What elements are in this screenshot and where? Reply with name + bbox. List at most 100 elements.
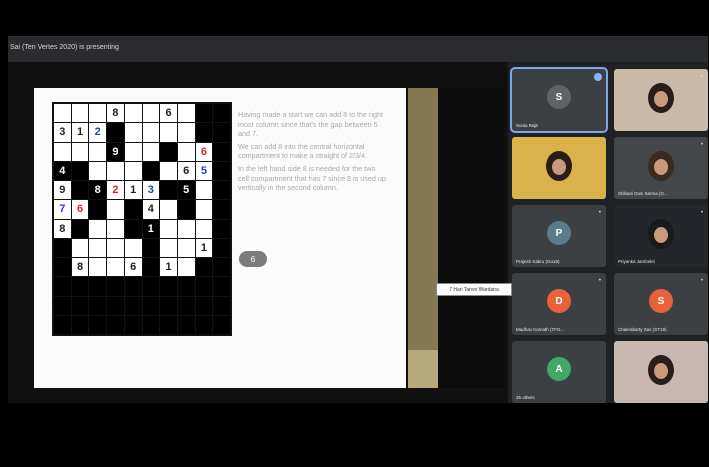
participant-tile[interactable]: S Sonia Rajit	[510, 67, 608, 133]
grid-cell: 1	[195, 238, 213, 257]
grid-cell	[195, 123, 213, 142]
note-paragraph: We can add 8 into the central horizontal…	[238, 141, 368, 161]
grid-cell	[213, 104, 230, 123]
mic-off-icon: •	[700, 74, 703, 80]
participant-name: Shibani Dosi Sarma (G...	[618, 191, 668, 196]
grid-cell	[142, 296, 160, 315]
dark-strip	[438, 88, 504, 388]
meet-window: Sai (Ten Vertes 2020) is presenting 8631…	[8, 36, 708, 403]
avatar: A	[547, 357, 571, 381]
grid-cell	[124, 200, 142, 219]
participant-tile[interactable]: A 35 others	[512, 341, 606, 403]
grid-cell	[142, 277, 160, 296]
grid-cell	[107, 258, 124, 277]
olive-panel	[408, 88, 438, 388]
grid-cell: 1	[142, 219, 160, 238]
grid-cell	[89, 161, 107, 180]
grid-cell	[195, 315, 213, 334]
grid-cell	[89, 238, 107, 257]
grid-cell: 1	[160, 258, 177, 277]
participant-face	[654, 363, 668, 379]
letterbox-bottom	[0, 403, 709, 467]
pin-icon[interactable]	[594, 73, 602, 81]
grid-cell	[142, 258, 160, 277]
grid-cell	[160, 238, 177, 257]
participant-tile[interactable]: •	[614, 69, 708, 131]
participant-tile[interactable]: D • Madhav Kamath (TFG...	[512, 273, 606, 335]
participant-tile[interactable]: • Priyanka Jambekri	[614, 205, 708, 267]
grid-cell	[71, 315, 89, 334]
grid-cell: 8	[89, 181, 107, 200]
video-frame: Sai (Ten Vertes 2020) is presenting 8631…	[0, 0, 709, 467]
participant-name: Priyanka Jambekri	[618, 259, 656, 264]
grid-cell	[160, 142, 177, 161]
avatar: S	[547, 85, 571, 109]
grid-cell	[107, 161, 124, 180]
grid-cell	[160, 219, 177, 238]
grid-cell	[213, 181, 230, 200]
grid-cell	[195, 200, 213, 219]
grid-cell	[54, 258, 71, 277]
grid-cell	[89, 219, 107, 238]
note-paragraph: In the left hand side 8 is needed for th…	[238, 163, 386, 193]
grid-cell	[142, 142, 160, 161]
participant-tile[interactable]	[614, 341, 708, 403]
participant-tile[interactable]: P • Prajesh Kakru (Gu18)	[512, 205, 606, 267]
grid-cell	[89, 104, 107, 123]
grid-cell	[142, 315, 160, 334]
grid-cell	[124, 123, 142, 142]
grid-cell	[124, 315, 142, 334]
participant-tile[interactable]: S • Chakrabarty Sas (ST19)	[614, 273, 708, 335]
olive-panel-box	[408, 350, 438, 388]
avatar: P	[547, 221, 571, 245]
participant-tile[interactable]	[512, 137, 606, 199]
grid-cell	[177, 219, 195, 238]
shared-slide: 8631296465982135764811861 Having made a …	[34, 88, 406, 388]
grid-cell	[124, 104, 142, 123]
grid-cell	[213, 296, 230, 315]
slide-notes: Having made a start we can add 8 to the …	[238, 110, 388, 196]
grid-cell	[142, 123, 160, 142]
participant-tile[interactable]: • Shibani Dosi Sarma (G...	[614, 137, 708, 199]
participant-name: 35 others	[516, 395, 535, 400]
grid-cell	[177, 200, 195, 219]
grid-cell: 8	[107, 104, 124, 123]
cursor-marker: 6	[239, 251, 267, 267]
participant-face	[654, 91, 668, 107]
grid-cell	[107, 200, 124, 219]
participant-name: Chakrabarty Sas (ST19)	[618, 327, 667, 332]
grid-cell	[124, 142, 142, 161]
grid-cell	[177, 258, 195, 277]
grid-cell	[107, 123, 124, 142]
grid-cell	[195, 181, 213, 200]
grid-cell	[177, 315, 195, 334]
grid-cell	[195, 219, 213, 238]
grid-cell: 8	[71, 258, 89, 277]
grid-cell	[71, 277, 89, 296]
grid-cell	[160, 277, 177, 296]
grid-cell: 8	[54, 219, 71, 238]
grid-cell	[213, 315, 230, 334]
grid-cell	[124, 296, 142, 315]
grid-cell	[124, 219, 142, 238]
grid-cell: 6	[160, 104, 177, 123]
grid-cell	[107, 238, 124, 257]
grid-cell	[142, 238, 160, 257]
grid-cell	[71, 161, 89, 180]
grid-cell	[177, 296, 195, 315]
top-bar: Sai (Ten Vertes 2020) is presenting	[8, 36, 708, 62]
grid-cell	[177, 277, 195, 296]
participant-tiles: S Sonia Rajit • • Shibani Dosi Sarma (G... P •…	[510, 67, 708, 403]
grid-cell	[195, 296, 213, 315]
mic-off-icon: •	[598, 278, 601, 284]
grid-cell: 1	[71, 123, 89, 142]
participant-name: Prajesh Kakru (Gu18)	[516, 259, 560, 264]
grid-cell	[54, 315, 71, 334]
grid-cell	[89, 296, 107, 315]
grid-cell	[160, 123, 177, 142]
grid-cell	[177, 238, 195, 257]
grid-cell: 6	[71, 200, 89, 219]
grid-cell: 5	[195, 161, 213, 180]
mic-off-icon: •	[598, 210, 601, 216]
grid-cell: 1	[124, 181, 142, 200]
